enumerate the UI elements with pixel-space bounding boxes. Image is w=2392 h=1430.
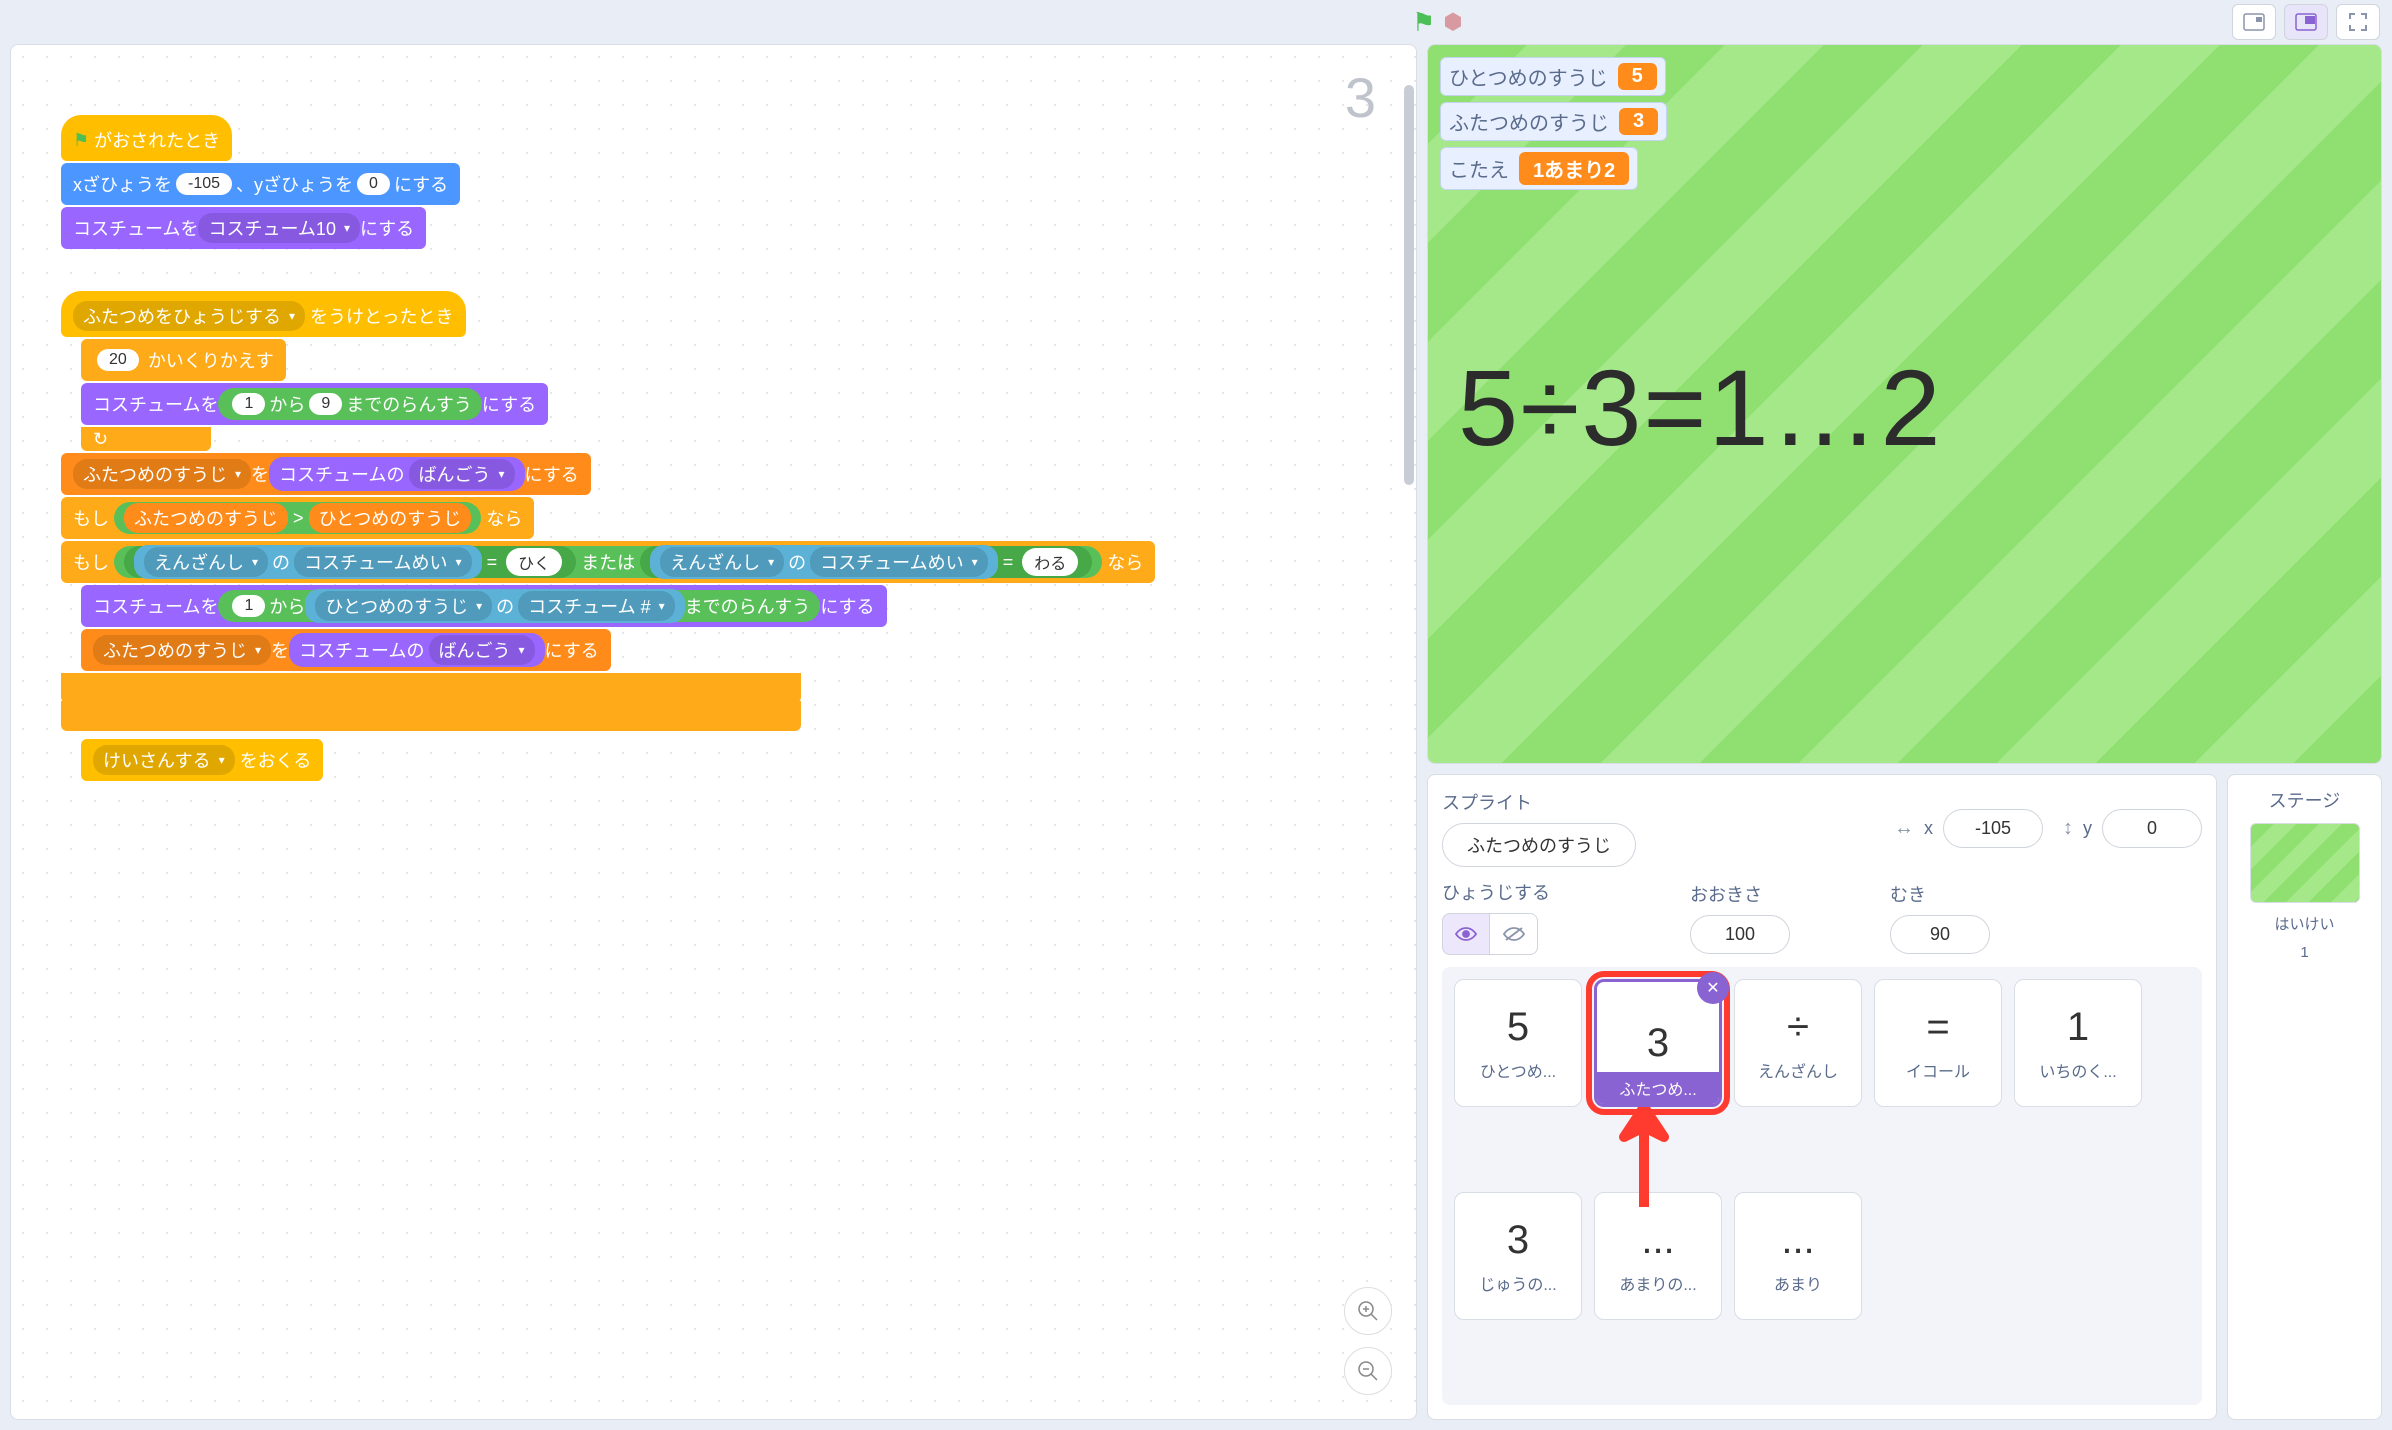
sprite-name-label: イコール — [1906, 1058, 1970, 1082]
script-stack-2[interactable]: ふたつめをひょうじする をうけとったとき 20 かいくりかえす コスチュームを … — [61, 291, 1155, 783]
sprite-dropdown-3[interactable]: ひとつめのすうじ — [315, 591, 492, 621]
goto-xy-block[interactable]: xざひょうを -105 、yざひょうを 0 にする — [61, 163, 460, 205]
y-input[interactable]: 0 — [357, 173, 390, 195]
stage-thumbnail[interactable] — [2250, 823, 2360, 903]
sprite-glyph: ... — [1781, 1218, 1814, 1263]
broadcast-block[interactable]: けいさんする をおくる — [81, 739, 323, 781]
sprite-tile-0[interactable]: 5 ひとつめ... — [1454, 979, 1582, 1107]
stage[interactable]: ひとつめのすうじ 5 ふたつめのすうじ 3 こたえ 1あまり2 5÷3=1…2 — [1427, 44, 2382, 764]
sprite-name-label: ふたつめ... — [1597, 1072, 1719, 1104]
monitor-1[interactable]: ひとつめのすうじ 5 — [1440, 57, 1666, 96]
sprite-glyph: 1 — [2067, 1005, 2089, 1050]
costume-prop-dropdown-2[interactable]: ばんごう — [429, 635, 535, 665]
script-stack-1[interactable]: ⚑ がおされたとき xざひょうを -105 、yざひょうを 0 にする コスチュ… — [61, 115, 1155, 251]
top-bar: ⚑ ⬢ — [0, 0, 2392, 44]
hide-sprite-button[interactable] — [1490, 913, 1538, 955]
sprite-tile-6[interactable]: ... あまりの... — [1594, 1192, 1722, 1320]
size-input[interactable]: 100 — [1690, 915, 1790, 954]
if-block-2[interactable]: もし えんざんし の コスチュームめい = ひく または — [61, 541, 1155, 583]
greater-than-operator[interactable]: ふたつめのすうじ > ひとつめのすうじ — [114, 502, 481, 534]
message-dropdown[interactable]: ふたつめをひょうじする — [73, 301, 305, 331]
x-input[interactable]: -105 — [176, 173, 232, 195]
sprite-name-input[interactable]: ふたつめのすうじ — [1442, 823, 1636, 867]
sprite-tile-3[interactable]: = イコール — [1874, 979, 2002, 1107]
repeat-end: ↻ — [81, 427, 211, 451]
sprite-dropdown-2[interactable]: えんざんし — [660, 547, 784, 577]
sprite-name-label: えんざんし — [1758, 1058, 1838, 1082]
sprite-glyph: ÷ — [1787, 1005, 1809, 1050]
sprite-tile-4[interactable]: 1 いちのく... — [2014, 979, 2142, 1107]
zoom-in-button[interactable] — [1344, 1287, 1392, 1335]
sprite-name-label: あまり — [1774, 1271, 1822, 1295]
broadcast-dropdown[interactable]: けいさんする — [93, 745, 235, 775]
sprite-header: スプライト — [1442, 789, 1636, 815]
compare-value-2[interactable]: わる — [1022, 548, 1078, 576]
workspace-scrollbar[interactable] — [1402, 45, 1416, 1419]
workspace-sprite-indicator: 3 — [1345, 65, 1376, 130]
direction-input[interactable]: 90 — [1890, 915, 1990, 954]
sprite-name-label: じゅうの... — [1479, 1271, 1556, 1295]
compare-value-1[interactable]: ひく — [506, 548, 562, 576]
rand2-from-input[interactable]: 1 — [232, 595, 265, 617]
variable-dropdown[interactable]: ふたつめのすうじ — [73, 459, 251, 489]
green-flag-icon[interactable]: ⚑ — [1412, 7, 1435, 38]
repeat-block[interactable]: 20 かいくりかえす — [81, 339, 286, 381]
sprite-tile-7[interactable]: ... あまり — [1734, 1192, 1862, 1320]
zoom-out-button[interactable] — [1344, 1347, 1392, 1395]
show-sprite-button[interactable] — [1442, 913, 1490, 955]
sprite-glyph: ... — [1641, 1218, 1674, 1263]
if-end-1 — [61, 701, 801, 731]
costume-prop-dropdown[interactable]: ばんごう — [409, 459, 515, 489]
sprite-tile-5[interactable]: 3 じゅうの... — [1454, 1192, 1582, 1320]
sprite-list: 5 ひとつめ... 3 ふたつめ... ✕ ÷ えんざんし = イコール 1 いちのく... 3 じゅう… — [1442, 967, 2202, 1405]
monitor-2[interactable]: ふたつめのすうじ 3 — [1440, 102, 1667, 141]
when-receive-block[interactable]: ふたつめをひょうじする をうけとったとき — [61, 291, 466, 337]
sprite-glyph: 3 — [1647, 1021, 1669, 1066]
rand-to-input[interactable]: 9 — [309, 393, 342, 415]
sprite-dropdown-1[interactable]: えんざんし — [144, 547, 268, 577]
stage-math-display: 5÷3=1…2 — [1458, 345, 1943, 470]
if-block-1[interactable]: もし ふたつめのすうじ > ひとつめのすうじ なら — [61, 497, 534, 539]
y-position-input[interactable]: 0 — [2102, 809, 2202, 848]
switch-costume-block[interactable]: コスチュームを コスチューム10 にする — [61, 207, 426, 249]
stage-panel: ステージ はいけい 1 — [2227, 774, 2382, 1420]
sprite-tile-2[interactable]: ÷ えんざんし — [1734, 979, 1862, 1107]
if-end-2 — [61, 673, 801, 703]
prop-dropdown-1[interactable]: コスチュームめい — [294, 547, 472, 577]
switch-costume-random-block-2[interactable]: コスチュームを 1 から ひとつめのすうじ の コスチューム # までのらんすう… — [81, 585, 887, 627]
y-arrow-icon: ↕ — [2063, 817, 2073, 840]
small-stage-button[interactable] — [2232, 4, 2276, 40]
flag-icon: ⚑ — [73, 130, 89, 151]
sprite-name-label: いちのく... — [2039, 1058, 2116, 1082]
sprite-tile-1[interactable]: 3ふたつめ...✕ — [1594, 979, 1722, 1107]
rand-from-input[interactable]: 1 — [232, 393, 265, 415]
x-position-input[interactable]: -105 — [1943, 809, 2043, 848]
fullscreen-button[interactable] — [2336, 4, 2380, 40]
large-stage-button[interactable] — [2284, 4, 2328, 40]
stage-monitors: ひとつめのすうじ 5 ふたつめのすうじ 3 こたえ 1あまり2 — [1440, 57, 1667, 190]
or-operator[interactable]: えんざんし の コスチュームめい = ひく または えんざんし の — [114, 546, 1102, 578]
sprite-info-panel: スプライト ふたつめのすうじ ↔ x -105 ↕ y 0 — [1427, 774, 2217, 1420]
stop-icon[interactable]: ⬢ — [1443, 9, 1462, 35]
prop-dropdown-2[interactable]: コスチュームめい — [810, 547, 988, 577]
block-workspace[interactable]: 3 ⚑ がおされたとき xざひょうを -105 、yざひょうを 0 にする コス… — [10, 44, 1417, 1420]
prop-dropdown-3[interactable]: コスチューム # — [518, 591, 675, 621]
sprite-glyph: 3 — [1507, 1218, 1529, 1263]
delete-sprite-button[interactable]: ✕ — [1697, 972, 1729, 1004]
set-variable-block-1[interactable]: ふたつめのすうじ を コスチュームの ばんごう にする — [61, 453, 591, 495]
sprite-name-label: あまりの... — [1619, 1271, 1696, 1295]
when-flag-clicked-block[interactable]: ⚑ がおされたとき — [61, 115, 232, 161]
sprite-name-label: ひとつめ... — [1480, 1058, 1556, 1082]
variable-dropdown-2[interactable]: ふたつめのすうじ — [93, 635, 271, 665]
repeat-count-input[interactable]: 20 — [97, 349, 139, 371]
sprite-glyph: 5 — [1507, 1005, 1529, 1050]
switch-costume-random-block[interactable]: コスチュームを 1 から 9 までのらんすう にする — [81, 383, 548, 425]
x-arrow-icon: ↔ — [1894, 817, 1914, 840]
set-variable-block-2[interactable]: ふたつめのすうじ を コスチュームの ばんごう にする — [81, 629, 611, 671]
monitor-3[interactable]: こたえ 1あまり2 — [1440, 147, 1638, 190]
costume-dropdown[interactable]: コスチューム10 — [198, 213, 360, 243]
sprite-glyph: = — [1926, 1005, 1949, 1050]
